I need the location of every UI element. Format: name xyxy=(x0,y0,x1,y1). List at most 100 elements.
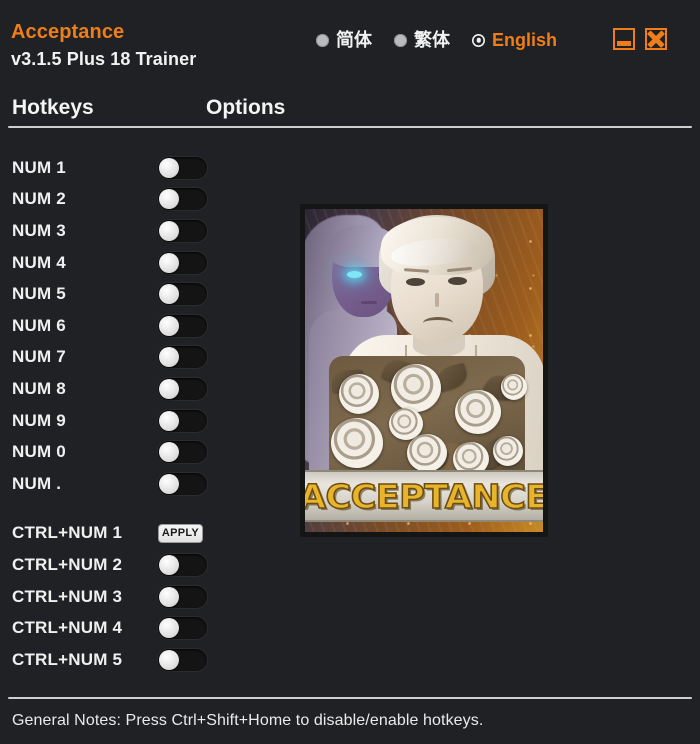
hotkey-label: NUM 0 xyxy=(12,442,66,462)
column-headers: Hotkeys Options xyxy=(0,96,700,126)
cover-art-image: ACCEPTANCE xyxy=(305,209,543,532)
title-block: Acceptance v3.1.5 Plus 18 Trainer xyxy=(11,20,196,71)
toggle-knob xyxy=(159,410,179,431)
minimize-icon[interactable] xyxy=(613,28,635,50)
table-row: NUM 7 xyxy=(0,342,290,374)
option-toggle[interactable] xyxy=(158,156,207,179)
hotkey-label: CTRL+NUM 4 xyxy=(12,618,123,638)
table-row: NUM 4 xyxy=(0,247,290,279)
toggle-knob xyxy=(159,220,179,241)
language-label-simplified-chinese: 简体 xyxy=(336,30,372,50)
ghost-glowing-eye xyxy=(347,271,362,278)
language-option-simplified-chinese[interactable]: 简体 xyxy=(316,30,372,50)
window-controls xyxy=(613,28,667,50)
option-toggle[interactable] xyxy=(158,377,207,400)
option-toggle[interactable] xyxy=(158,585,207,608)
hotkey-label: NUM 6 xyxy=(12,315,66,335)
toggle-knob xyxy=(159,347,179,368)
option-toggle[interactable] xyxy=(158,441,207,464)
hotkey-label: NUM . xyxy=(12,473,62,493)
toggle-knob xyxy=(159,618,179,639)
option-toggle[interactable] xyxy=(158,219,207,242)
close-icon[interactable] xyxy=(645,28,667,50)
apply-button[interactable]: APPLY xyxy=(158,523,203,543)
language-label-english: English xyxy=(492,30,558,50)
rose xyxy=(407,434,447,472)
toggle-knob xyxy=(159,252,179,273)
radio-icon-english[interactable] xyxy=(472,33,485,47)
option-toggle[interactable] xyxy=(158,409,207,432)
option-toggle[interactable] xyxy=(158,283,207,306)
table-row: CTRL+NUM 4 xyxy=(0,612,290,644)
app-version-subtitle: v3.1.5 Plus 18 Trainer xyxy=(11,49,197,69)
option-toggle[interactable] xyxy=(158,472,207,495)
table-row: CTRL+NUM 3 xyxy=(0,581,290,613)
hotkey-label: NUM 9 xyxy=(12,410,66,430)
rose xyxy=(455,390,501,434)
boy-eye-right xyxy=(448,277,467,285)
toggle-knob xyxy=(159,284,179,305)
table-row: NUM 1 xyxy=(0,152,290,184)
rose-bouquet xyxy=(329,355,527,484)
hotkey-label: NUM 8 xyxy=(12,378,66,398)
toggle-knob xyxy=(159,649,179,670)
table-row: NUM 8 xyxy=(0,373,290,405)
toggle-knob xyxy=(159,378,179,399)
rose xyxy=(501,374,527,400)
general-notes: General Notes: Press Ctrl+Shift+Home to … xyxy=(12,712,484,729)
language-selector: 简体 繁体 English xyxy=(316,30,557,50)
option-toggle[interactable] xyxy=(158,617,207,640)
title-bar: Acceptance v3.1.5 Plus 18 Trainer 简体 繁体 … xyxy=(0,0,700,88)
table-row: CTRL+NUM 1 APPLY xyxy=(0,518,290,550)
option-toggle[interactable] xyxy=(158,251,207,274)
column-header-hotkeys: Hotkeys xyxy=(12,96,94,119)
hotkey-label: NUM 7 xyxy=(12,347,66,367)
hotkey-label: NUM 1 xyxy=(12,157,66,177)
table-row: NUM 6 xyxy=(0,310,290,342)
column-header-options: Options xyxy=(206,96,286,119)
hotkey-option-list: NUM 1 NUM 2 NUM 3 NUM 4 NUM 5 NUM 6 NUM … xyxy=(0,152,290,676)
ghost-mouth xyxy=(361,301,377,304)
option-toggle[interactable] xyxy=(158,346,207,369)
hotkey-label: NUM 3 xyxy=(12,220,66,240)
option-toggle[interactable] xyxy=(158,314,207,337)
hotkey-label: NUM 2 xyxy=(12,189,66,209)
table-row: NUM 9 xyxy=(0,405,290,437)
rose xyxy=(339,374,379,414)
toggle-knob xyxy=(159,554,179,575)
hotkey-label: CTRL+NUM 1 xyxy=(12,523,123,543)
game-cover-art: ACCEPTANCE xyxy=(300,204,548,537)
option-toggle[interactable] xyxy=(158,188,207,211)
option-toggle[interactable] xyxy=(158,553,207,576)
radio-icon-simplified-chinese[interactable] xyxy=(316,33,329,47)
table-row: CTRL+NUM 2 xyxy=(0,549,290,581)
option-toggle[interactable] xyxy=(158,648,207,671)
language-option-traditional-chinese[interactable]: 繁体 xyxy=(394,30,450,50)
toggle-knob xyxy=(159,315,179,336)
boy-mouth xyxy=(423,317,453,329)
hotkey-label: CTRL+NUM 3 xyxy=(12,586,123,606)
radio-icon-traditional-chinese[interactable] xyxy=(394,33,407,47)
cover-title-text: ACCEPTANCE xyxy=(305,476,543,517)
footer-divider xyxy=(8,697,692,699)
language-label-traditional-chinese: 繁体 xyxy=(414,30,450,50)
toggle-knob xyxy=(159,157,179,178)
hotkey-label: NUM 5 xyxy=(12,284,66,304)
table-row: NUM 2 xyxy=(0,184,290,216)
header-divider xyxy=(8,126,692,128)
boy-nose xyxy=(435,293,439,307)
boy-eye-left xyxy=(406,278,425,286)
toggle-knob xyxy=(159,473,179,494)
toggle-knob xyxy=(159,189,179,210)
table-row: NUM . xyxy=(0,468,290,500)
toggle-knob xyxy=(159,586,179,607)
cover-title-band: ACCEPTANCE xyxy=(305,470,543,522)
rose xyxy=(331,418,383,468)
app-title: Acceptance xyxy=(11,21,125,43)
table-row: NUM 3 xyxy=(0,215,290,247)
language-option-english[interactable]: English xyxy=(472,30,557,50)
boy-hair xyxy=(381,217,493,275)
rose xyxy=(493,436,523,466)
table-row: NUM 5 xyxy=(0,278,290,310)
rose xyxy=(391,364,441,412)
